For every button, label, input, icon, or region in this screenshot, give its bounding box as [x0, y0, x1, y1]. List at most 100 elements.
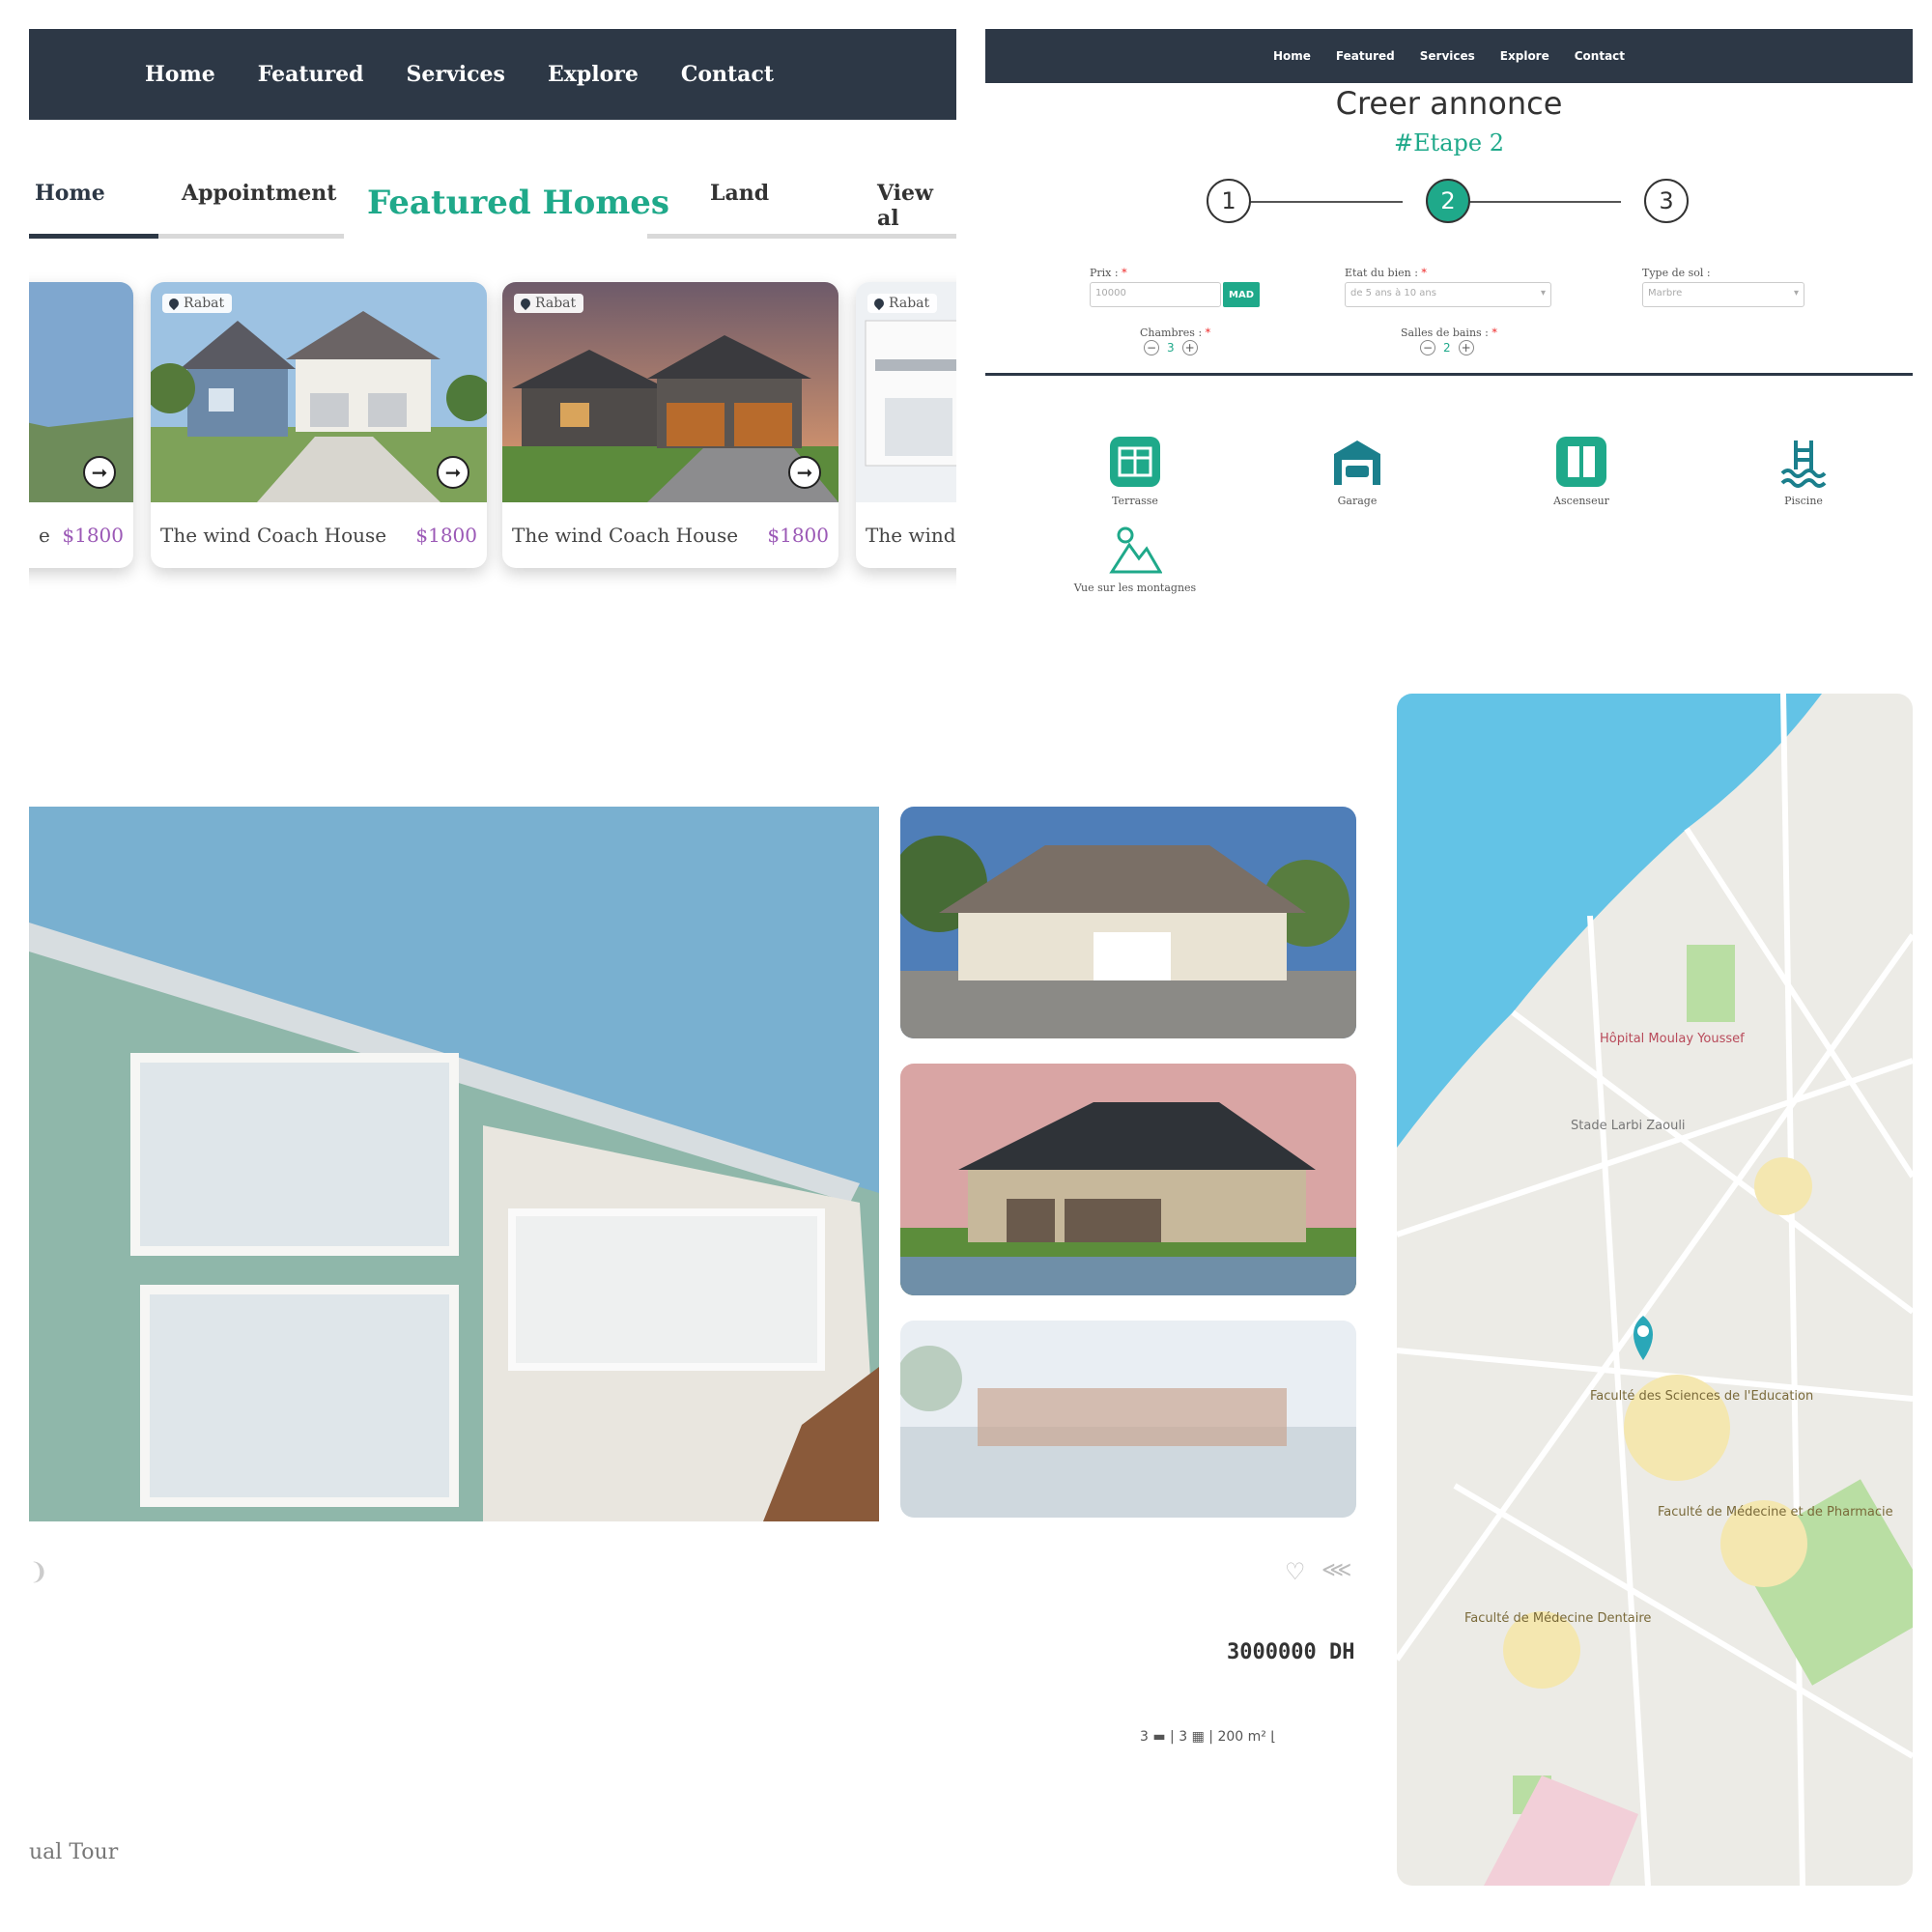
map-label: Faculté de Médecine Dentaire [1464, 1611, 1652, 1626]
tab-underline [647, 234, 956, 239]
floor-type-label: Type de sol : [1642, 267, 1711, 279]
property-thumbnail[interactable] [900, 1064, 1356, 1295]
step-2[interactable]: 2 [1426, 179, 1470, 223]
floor-type-value: Marbre [1648, 288, 1683, 298]
condition-select[interactable]: de 5 ans à 10 ans ▾ [1345, 282, 1551, 307]
property-thumbnail[interactable] [900, 1321, 1356, 1518]
next-arrow-icon[interactable]: ➞ [788, 456, 821, 489]
required-mark: * [1205, 327, 1211, 339]
listing-price: 3000000 DH [1227, 1640, 1355, 1664]
price-label-text: Prix : [1090, 267, 1119, 279]
price-input[interactable]: 10000 [1090, 282, 1221, 307]
nav-featured[interactable]: Featured [258, 62, 364, 87]
chevron-down-icon: ▾ [1793, 288, 1799, 298]
pool-icon [1780, 440, 1827, 488]
condition-value: de 5 ans à 10 ans [1350, 288, 1436, 298]
create-listing-panel: Home Featured Services Explore Contact C… [985, 29, 1913, 609]
heart-icon[interactable]: ♡ [1285, 1558, 1306, 1585]
condition-label: Etat du bien : * [1345, 267, 1427, 279]
floor-type-select[interactable]: Marbre ▾ [1642, 282, 1804, 307]
prev-arrow-icon[interactable]: ❩ [29, 1558, 48, 1585]
step-label: #Etape 2 [1393, 129, 1505, 156]
amenity-pool[interactable]: Piscine [1731, 435, 1876, 507]
stepper-line [1447, 201, 1621, 203]
bedrooms-label-text: Chambres : [1140, 327, 1203, 339]
bed-icon: ▬ [1152, 1729, 1166, 1745]
area-value: 200 m² [1217, 1729, 1266, 1745]
amenity-garage[interactable]: Garage [1285, 435, 1430, 507]
card-price: $1800 [415, 524, 477, 547]
nav-explore[interactable]: Explore [1500, 49, 1549, 63]
location-map[interactable]: Hôpital Moulay Youssef Stade Larbi Zaoul… [1397, 694, 1913, 1886]
property-card[interactable]: Rabat ➞ The wind Coach House $1800 [151, 282, 487, 568]
minus-icon[interactable]: − [1144, 340, 1159, 355]
map-label: Hôpital Moulay Youssef [1600, 1032, 1745, 1046]
area-icon: ⌊ [1270, 1729, 1276, 1745]
currency-badge: MAD [1223, 282, 1260, 307]
plus-icon[interactable]: + [1181, 340, 1198, 355]
next-arrow-icon[interactable]: ➞ [437, 456, 469, 489]
garage-icon [1334, 440, 1380, 485]
card-title: The wind Coach House [160, 524, 387, 547]
top-nav: Home Featured Services Explore Contact [29, 29, 956, 120]
nav-services[interactable]: Services [1420, 49, 1475, 63]
property-card[interactable]: Rabat The wind [856, 282, 956, 568]
nav-contact[interactable]: Contact [681, 62, 774, 87]
nav-home[interactable]: Home [1273, 49, 1311, 63]
chevron-down-icon: ▾ [1540, 288, 1546, 298]
next-arrow-icon[interactable]: ➞ [83, 456, 116, 489]
amenity-label: Ascenseur [1553, 495, 1609, 507]
tab-home[interactable]: Home [35, 181, 105, 206]
terrace-icon [1110, 437, 1160, 487]
amenity-elevator[interactable]: Ascenseur [1509, 435, 1654, 507]
section-divider [985, 373, 1913, 376]
amenity-terrace[interactable]: Terrasse [1063, 435, 1208, 507]
map-label: Faculté de Médecine et de Pharmacie [1658, 1505, 1893, 1520]
nav-services[interactable]: Services [407, 62, 505, 87]
step-1[interactable]: 1 [1207, 179, 1251, 223]
location-badge: Rabat [867, 294, 938, 313]
property-card[interactable]: ➞ e $1800 [29, 282, 133, 568]
property-card[interactable]: Rabat ➞ The wind Coach House $1800 [502, 282, 838, 568]
required-mark: * [1122, 267, 1127, 279]
listing-detail-panel: ♡ ⋘ ❩ 3000000 DH 3 ▬ | 3 ▦ | 200 m² ⌊ ua… [29, 807, 1362, 1898]
card-title: The wind Coach House [512, 524, 739, 547]
condition-label-text: Etat du bien : [1345, 267, 1418, 279]
card-title: The wind [866, 524, 956, 547]
bathrooms-stepper: − 2 + [1420, 340, 1474, 355]
main-property-photo[interactable] [29, 807, 879, 1521]
required-mark: * [1421, 267, 1427, 279]
section-title: Featured Homes [367, 184, 670, 222]
property-thumbnail[interactable] [900, 807, 1356, 1038]
map-label: Stade Larbi Zaouli [1571, 1119, 1686, 1133]
nav-featured[interactable]: Featured [1336, 49, 1395, 63]
amenity-label: Vue sur les montagnes [1073, 582, 1197, 594]
nav-explore[interactable]: Explore [548, 62, 639, 87]
bedrooms-stepper: − 3 + [1144, 340, 1198, 355]
share-icon[interactable]: ⋘ [1321, 1558, 1351, 1582]
minus-icon[interactable]: − [1420, 340, 1435, 355]
featured-homes-panel: Home Featured Services Explore Contact H… [29, 29, 956, 599]
location-badge: Rabat [514, 294, 584, 313]
amenity-mountain-view[interactable]: Vue sur les montagnes [1043, 522, 1227, 594]
bathrooms-label-text: Salles de bains : [1401, 327, 1489, 339]
required-mark: * [1492, 327, 1497, 339]
price-label: Prix : * [1090, 267, 1127, 279]
bathrooms-label: Salles de bains : * [1401, 327, 1497, 339]
tab-view-all[interactable]: View al [877, 181, 956, 231]
amenity-label: Garage [1337, 495, 1378, 507]
amenity-label: Piscine [1784, 495, 1823, 507]
step-3[interactable]: 3 [1644, 179, 1689, 223]
mountain-view-icon [1109, 526, 1163, 574]
listing-specs: 3 ▬ | 3 ▦ | 200 m² ⌊ [1140, 1729, 1276, 1745]
bath-icon: ▦ [1191, 1729, 1205, 1745]
map-canvas[interactable] [1397, 694, 1913, 1886]
beds-count: 3 [1140, 1729, 1149, 1745]
nav-contact[interactable]: Contact [1575, 49, 1625, 63]
nav-home[interactable]: Home [145, 62, 215, 87]
property-image [29, 282, 133, 502]
tab-appointment[interactable]: Appointment [182, 181, 336, 206]
virtual-tour-link[interactable]: ual Tour [29, 1840, 118, 1864]
tab-land[interactable]: Land [710, 181, 769, 206]
plus-icon[interactable]: + [1458, 340, 1474, 355]
